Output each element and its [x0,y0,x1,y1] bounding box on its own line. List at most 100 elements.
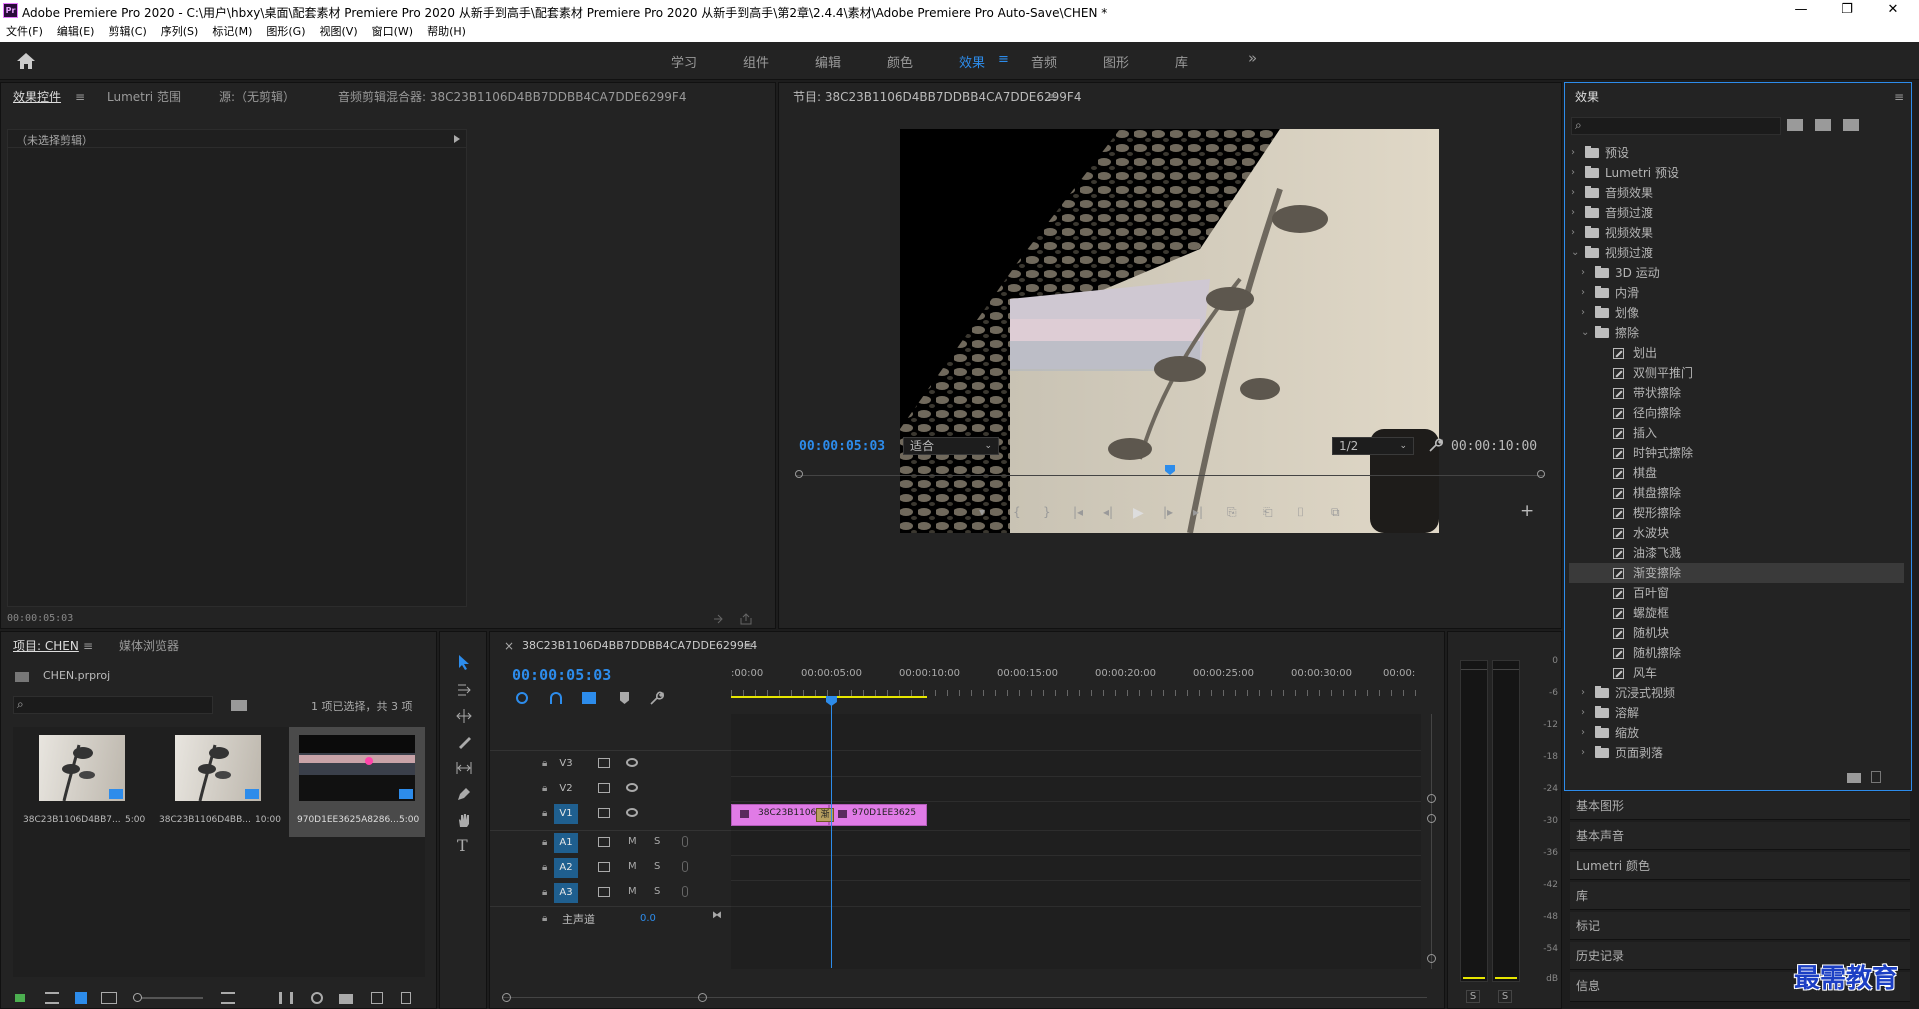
wrench-settings-icon[interactable] [1427,437,1443,453]
effect-transition-item[interactable]: 螺旋框 [1569,603,1904,623]
sort-icon[interactable] [221,992,235,1004]
effect-transition-item[interactable]: 带状擦除 [1569,383,1904,403]
selection-tool-icon[interactable] [456,654,472,670]
go-to-in-icon[interactable]: |◂ [1073,505,1083,519]
menu-window[interactable]: 窗口(W) [372,22,413,42]
new-bin-icon[interactable] [1847,773,1861,783]
effects-search-input[interactable]: ⌕ [1571,117,1781,135]
new-search-bin-icon[interactable] [231,700,247,711]
chevron-right-icon[interactable]: › [1581,723,1585,743]
sync-lock-icon[interactable] [598,758,610,768]
workspace-tab-audio[interactable]: 音频 [1031,52,1057,71]
pen-tool-icon[interactable] [456,786,472,802]
timeline-timecode[interactable]: 00:00:05:03 [512,666,611,684]
track-label-v1[interactable]: V1 [554,804,578,824]
chevron-right-icon[interactable]: › [1581,283,1585,303]
solo-right-button[interactable]: S [1498,990,1512,1003]
chevron-right-icon[interactable]: › [1581,303,1585,323]
playhead-handle[interactable] [825,696,837,706]
tracks-area[interactable]: 38C23B1106 970D1EE3625 渐 [731,714,1421,969]
effect-transition-item[interactable]: 风车 [1569,663,1904,683]
workspace-tab-learn[interactable]: 学习 [671,52,697,71]
program-timecode[interactable]: 00:00:05:03 [799,439,885,454]
chevron-down-icon[interactable]: ⌄ [1581,323,1589,343]
lock-icon[interactable]: 🔒︎ [542,783,547,794]
eye-icon[interactable] [626,808,638,817]
snap-icon[interactable] [550,692,562,704]
tab-media-browser[interactable]: 媒体浏览器 [119,632,179,660]
program-scrubber[interactable] [795,465,1545,487]
project-item-selected[interactable]: 970D1EE3625A8286... 5:00 [289,727,425,837]
sync-lock-icon[interactable] [598,837,610,847]
effect-transition-item[interactable]: 水波块 [1569,523,1904,543]
scrubber-end-handle[interactable] [1537,470,1545,478]
effects-folder[interactable]: › 视频效果 [1569,223,1904,243]
mute-button[interactable]: M [628,861,637,872]
eye-icon[interactable] [626,783,638,792]
add-marker-icon[interactable]: ▾ [979,505,985,519]
scroll-handle[interactable] [1427,814,1436,823]
sync-lock-icon[interactable] [598,808,610,818]
play-only-icon[interactable] [453,135,461,143]
track-select-tool-icon[interactable] [456,682,472,698]
menu-clip[interactable]: 剪辑(C) [108,22,146,42]
eye-icon[interactable] [626,758,638,767]
extract-icon[interactable]: ⎗ [1263,505,1273,520]
effect-transition-item[interactable]: 插入 [1569,423,1904,443]
sequence-menu-icon[interactable]: ≡ [743,632,753,660]
workspace-tab-color[interactable]: 颜色 [887,52,913,71]
microphone-icon[interactable] [682,836,688,847]
menu-marker[interactable]: 标记(M) [212,22,252,42]
tab-effect-controls-menu[interactable]: ≡ [75,83,85,111]
step-forward-icon[interactable]: |▸ [1163,505,1173,519]
delete-icon[interactable] [1871,771,1881,783]
ripple-edit-tool-icon[interactable] [456,708,472,724]
workspace-more-icon[interactable]: » [1248,49,1257,67]
effect-transition-item[interactable]: 随机擦除 [1569,643,1904,663]
type-tool-icon[interactable]: T [457,836,468,855]
effect-transition-item[interactable]: 双侧平推门 [1569,363,1904,383]
timeline-settings-icon[interactable] [648,690,664,706]
track-label-a2[interactable]: A2 [554,858,578,878]
sync-lock-icon[interactable] [598,862,610,872]
effect-transition-item[interactable]: 时钟式擦除 [1569,443,1904,463]
panel-essential-sound[interactable]: 基本声音 [1570,822,1910,850]
timeline-horizontal-scrollbar[interactable] [502,992,1427,1004]
track-label-a3[interactable]: A3 [554,883,578,903]
panel-lumetri-color[interactable]: Lumetri 颜色 [1570,852,1910,880]
zoom-slider[interactable] [133,997,203,999]
effects-folder[interactable]: › Lumetri 预设 [1569,163,1904,183]
effects-folder-video-transitions[interactable]: ⌄ 视频过渡 [1569,243,1904,263]
effect-transition-item[interactable]: 百叶窗 [1569,583,1904,603]
scroll-handle[interactable] [698,993,707,1002]
workspace-tab-editing[interactable]: 编辑 [815,52,841,71]
timeline-clip-2[interactable]: 970D1EE3625 [829,804,927,826]
tab-effect-controls[interactable]: 效果控件 [13,83,61,111]
track-label-v3[interactable]: V3 [554,754,578,774]
zoom-slider-handle[interactable] [133,993,142,1002]
tab-lumetri-scopes[interactable]: Lumetri 范围 [107,83,181,111]
close-window-button[interactable]: ✕ [1873,2,1913,20]
mark-in-icon[interactable]: { [1013,505,1021,519]
hand-tool-icon[interactable] [456,812,472,828]
new-item-icon[interactable] [371,992,383,1004]
panel-essential-graphics[interactable]: 基本图形 [1570,792,1910,820]
timeline-clip-1[interactable]: 38C23B1106 [731,804,829,826]
effects-subfolder[interactable]: › 溶解 [1569,703,1904,723]
menu-help[interactable]: 帮助(H) [427,22,466,42]
slip-tool-icon[interactable] [456,760,472,776]
menu-file[interactable]: 文件(F) [6,22,43,42]
project-item[interactable]: 38C23B1106D4BB... 10:00 [151,727,284,837]
automate-to-sequence-icon[interactable] [279,992,293,1004]
razor-tool-icon[interactable] [456,734,472,750]
tab-project-menu[interactable]: ≡ [83,632,93,660]
scroll-handle[interactable] [502,993,511,1002]
camera-icon[interactable]: ⌷ [1297,505,1304,520]
effects-subfolder[interactable]: › 缩放 [1569,723,1904,743]
effect-transition-item[interactable]: 随机块 [1569,623,1904,643]
find-icon[interactable] [311,992,323,1004]
lock-icon[interactable]: 🔒︎ [542,837,547,848]
solo-button[interactable]: S [654,836,660,847]
project-search-input[interactable]: ⌕ [13,696,213,714]
menu-sequence[interactable]: 序列(S) [161,22,199,42]
